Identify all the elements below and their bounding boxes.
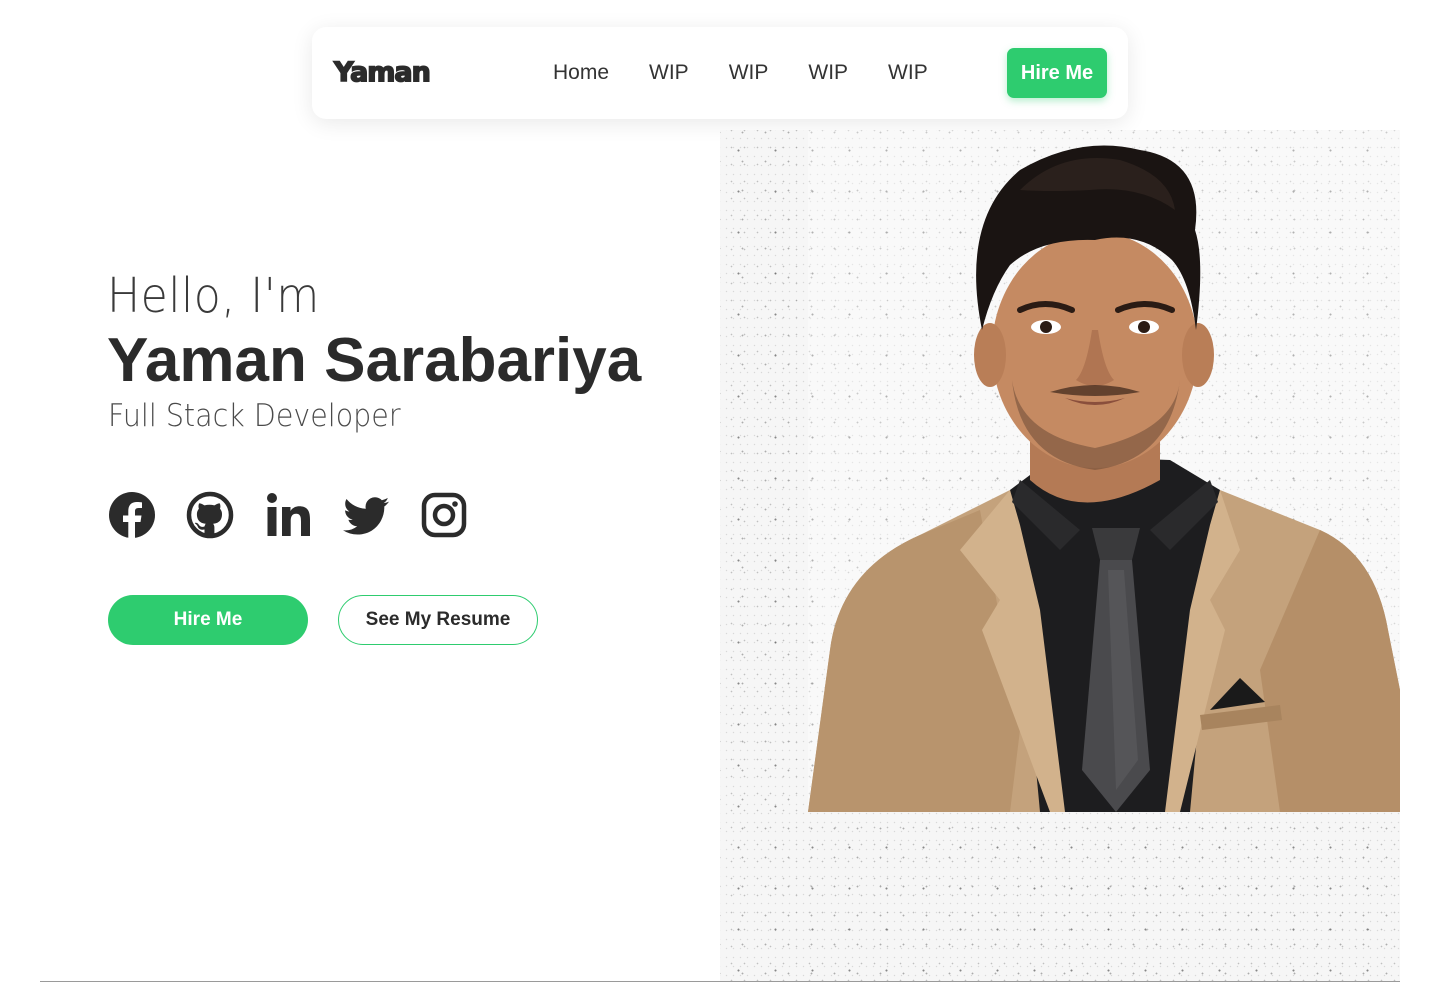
- github-icon[interactable]: [186, 491, 234, 539]
- nav-links: Home WIP WIP WIP WIP: [553, 27, 928, 119]
- twitter-icon[interactable]: [342, 491, 390, 539]
- nav-hire-me-button[interactable]: Hire Me: [1007, 48, 1107, 98]
- footer-divider: [40, 981, 1400, 982]
- facebook-icon[interactable]: [108, 491, 156, 539]
- logo[interactable]: Yaman: [333, 56, 431, 89]
- instagram-icon[interactable]: [420, 491, 468, 539]
- hire-me-button[interactable]: Hire Me: [108, 595, 308, 645]
- profile-photo-illustration: [808, 130, 1400, 812]
- hero-name: Yaman Sarabariya: [107, 326, 642, 395]
- nav-link-wip-3[interactable]: WIP: [808, 61, 848, 85]
- hero-greeting: Hello, I'm: [107, 268, 320, 324]
- linkedin-icon[interactable]: [264, 491, 312, 539]
- nav-link-wip-4[interactable]: WIP: [888, 61, 928, 85]
- page: Yaman Home WIP WIP WIP WIP Hire Me Hello…: [0, 0, 1440, 984]
- see-resume-button[interactable]: See My Resume: [338, 595, 538, 645]
- profile-photo: [720, 130, 1400, 982]
- hero-role: Full Stack Developer: [108, 398, 401, 434]
- nav-link-wip-1[interactable]: WIP: [649, 61, 689, 85]
- nav-link-wip-2[interactable]: WIP: [729, 61, 769, 85]
- nav-link-home[interactable]: Home: [553, 61, 609, 85]
- navbar: Yaman Home WIP WIP WIP WIP Hire Me: [312, 27, 1128, 119]
- social-links: [108, 491, 468, 539]
